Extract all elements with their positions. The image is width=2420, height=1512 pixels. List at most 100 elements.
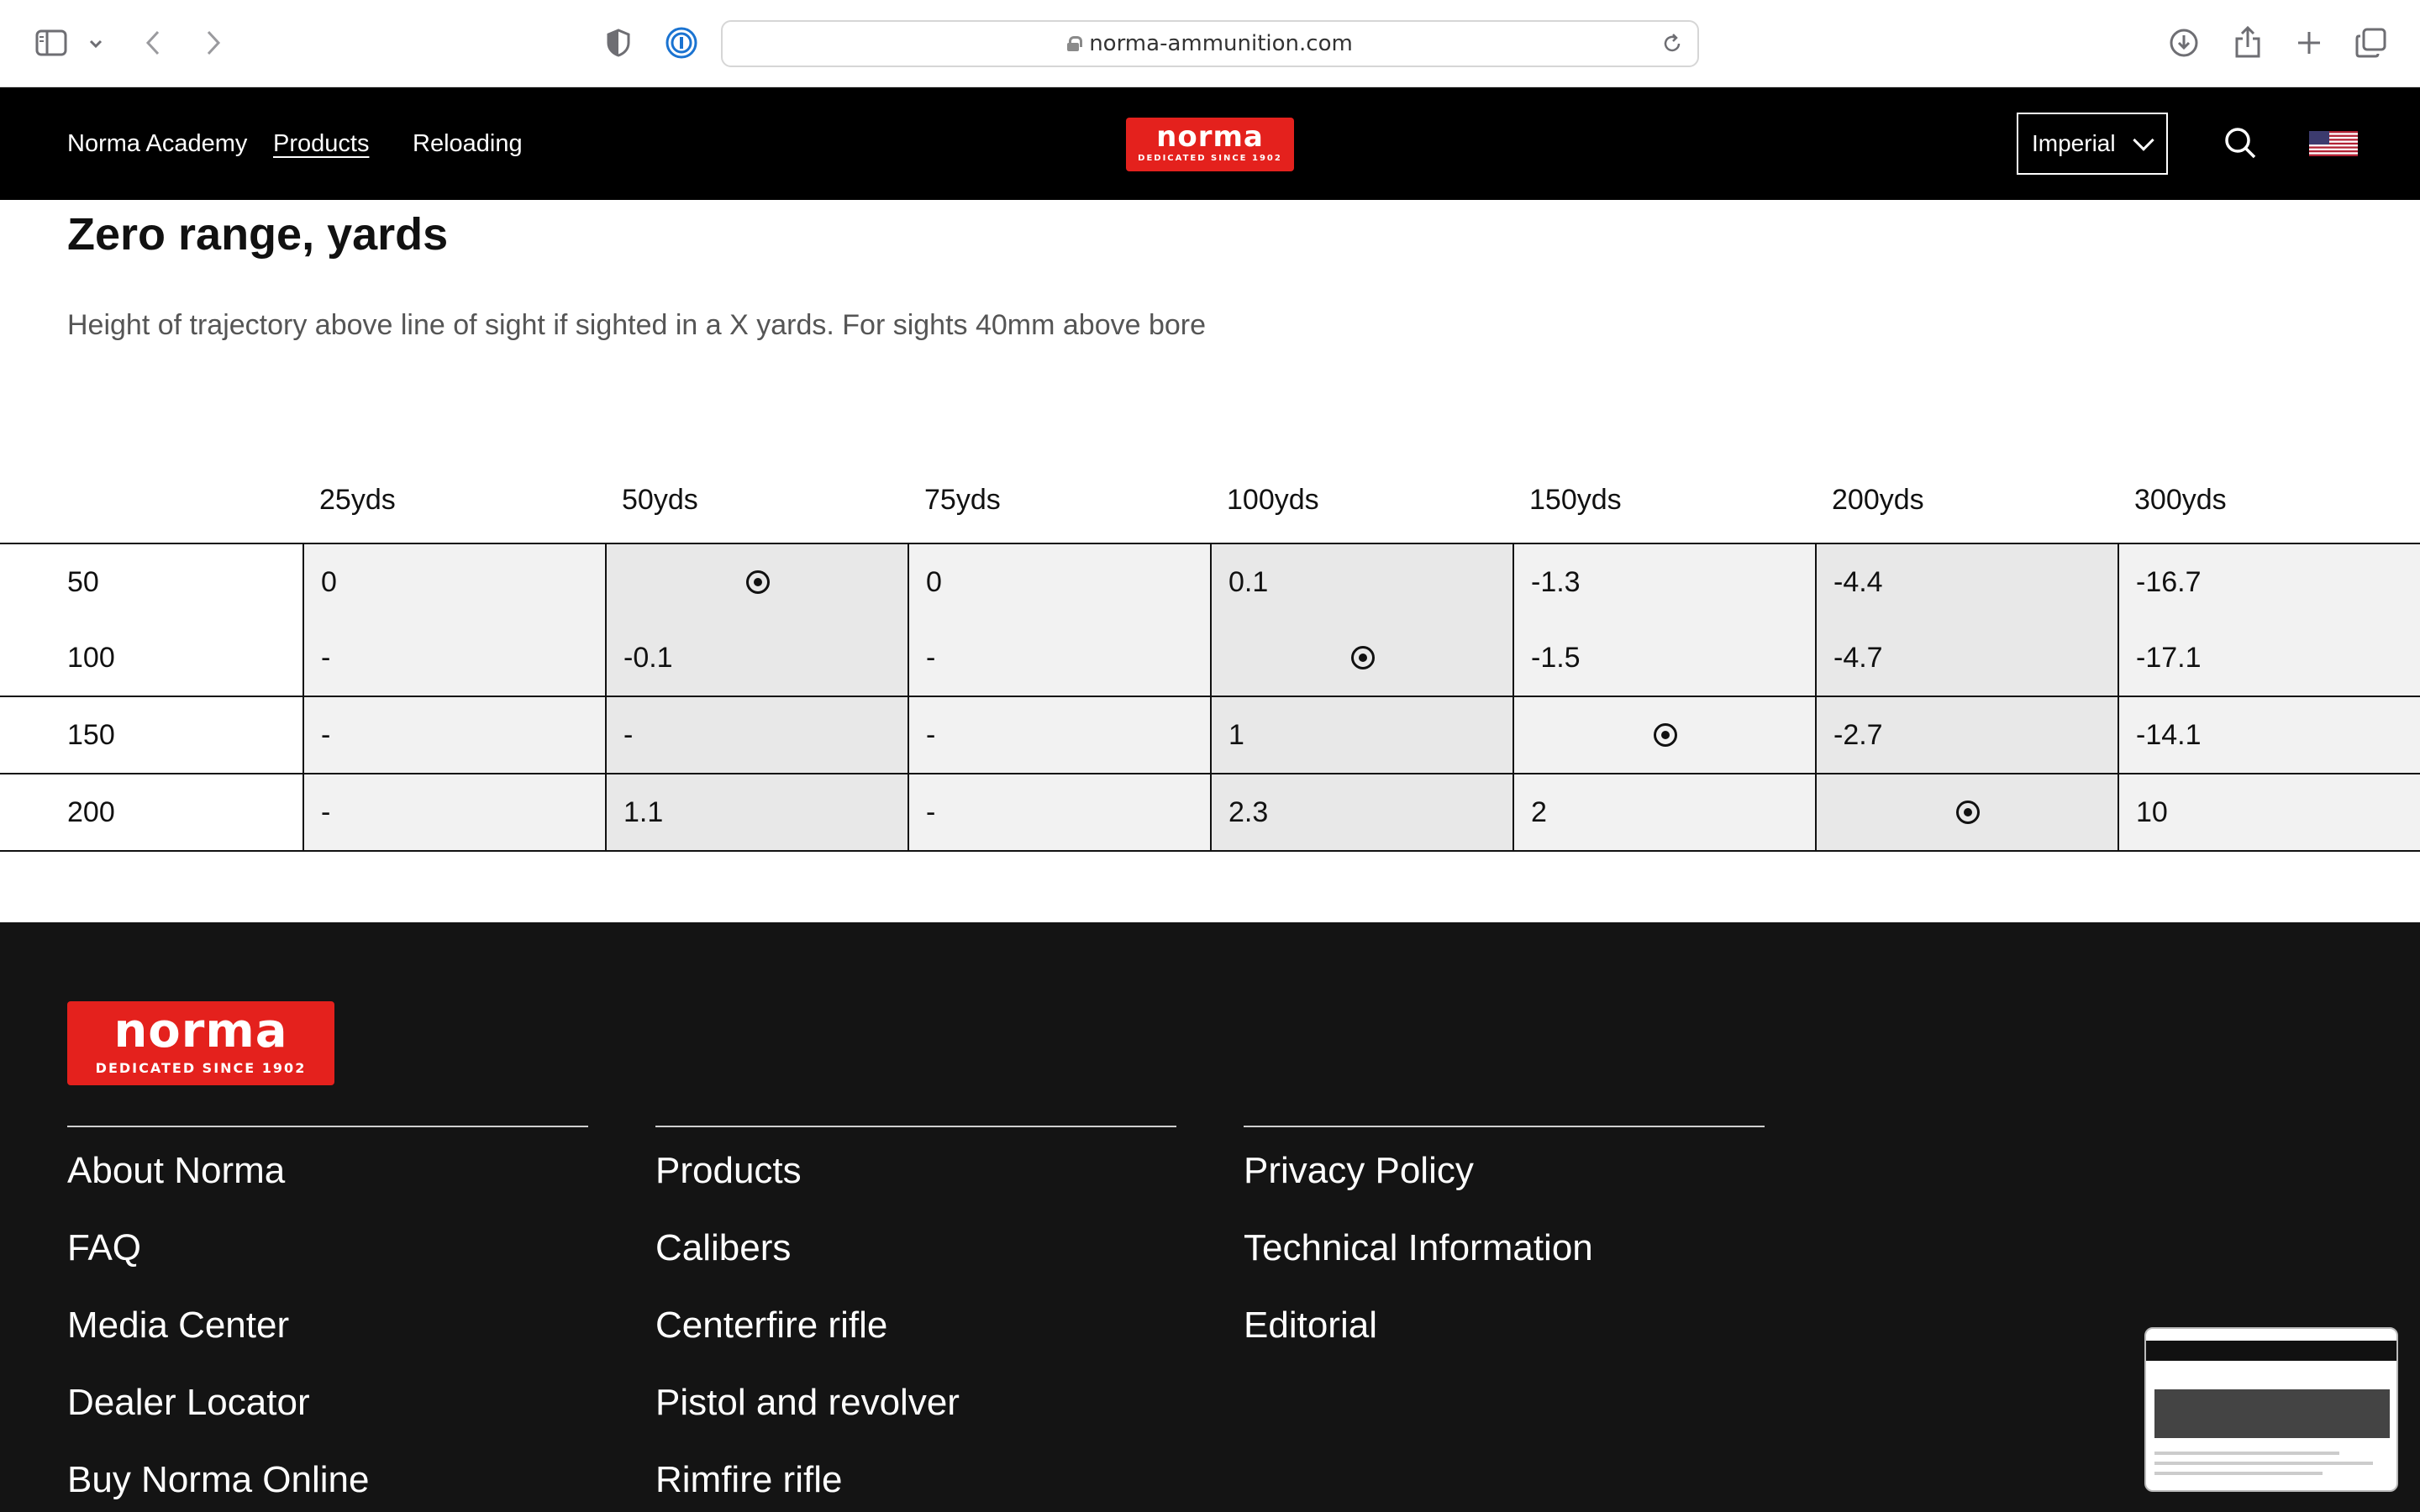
shield-icon[interactable]	[602, 25, 635, 60]
table-cell: 1	[1210, 697, 1512, 773]
lock-icon	[1067, 36, 1083, 51]
search-icon[interactable]	[2223, 126, 2257, 160]
target-icon	[1956, 801, 1980, 824]
us-flag-icon[interactable]	[2309, 131, 2358, 156]
tabs-icon[interactable]	[2353, 25, 2390, 60]
table-cell: -2.7	[1815, 697, 2118, 773]
footer-link-products[interactable]: Products	[655, 1127, 1176, 1205]
table-cell: -4.4	[1815, 544, 2118, 620]
table-cell: 1.1	[605, 774, 908, 850]
footer-column-legal: Privacy Policy Technical Information Edi…	[1244, 1126, 1765, 1359]
plus-icon[interactable]	[2292, 25, 2326, 60]
nav-norma-academy[interactable]: Norma Academy	[67, 87, 247, 200]
footer-link-about[interactable]: About Norma	[67, 1127, 588, 1205]
logo-word: norma	[113, 1004, 288, 1058]
units-select[interactable]: Imperial	[2017, 113, 2168, 175]
screenshot-thumbnail[interactable]	[2144, 1327, 2398, 1492]
section-subtitle: Height of trajectory above line of sight…	[67, 309, 1207, 341]
thumbnail-line	[2154, 1452, 2339, 1455]
thumbnail-line	[2154, 1462, 2373, 1465]
table-cell: 2	[1512, 774, 1815, 850]
footer-column-products: Products Calibers Centerfire rifle Pisto…	[655, 1126, 1176, 1512]
table-row: 50 0 0 0.1 -1.3 -4.4 -16.7	[0, 543, 2420, 620]
table-row: 100 - -0.1 - -1.5 -4.7 -17.1	[0, 620, 2420, 697]
footer-link-dealer-locator[interactable]: Dealer Locator	[67, 1359, 588, 1436]
footer-link-faq[interactable]: FAQ	[67, 1205, 588, 1282]
column-header: 200yds	[1832, 484, 1924, 516]
table-cell: -14.1	[2118, 697, 2420, 773]
table-cell: -1.3	[1512, 544, 1815, 620]
table-cell: -	[908, 697, 1210, 773]
chevron-down-icon[interactable]	[86, 34, 106, 54]
chevron-down-icon	[2133, 129, 2154, 151]
footer-link-centerfire[interactable]: Centerfire rifle	[655, 1282, 1176, 1359]
column-header: 300yds	[2134, 484, 2227, 516]
logo-tagline: DEDICATED SINCE 1902	[1138, 154, 1282, 163]
table-row: 150 - - - 1 -2.7 -14.1	[0, 697, 2420, 774]
table-row: 200 - 1.1 - 2.3 2 10	[0, 774, 2420, 852]
table-cell: -	[302, 774, 605, 850]
address-bar[interactable]: norma-ammunition.com	[721, 20, 1699, 67]
column-header: 75yds	[924, 484, 1001, 516]
table-cell: 0	[302, 544, 605, 620]
table-cell: 10	[2118, 774, 2420, 850]
footer-link-calibers[interactable]: Calibers	[655, 1205, 1176, 1282]
table-cell: 0	[908, 544, 1210, 620]
site-header: Norma Academy Products Reloading norma D…	[0, 87, 2420, 200]
row-label: 100	[0, 620, 302, 696]
sidebar-icon[interactable]	[34, 25, 69, 60]
forward-icon[interactable]	[198, 25, 229, 60]
url-text: norma-ammunition.com	[1089, 31, 1353, 56]
units-select-value: Imperial	[2032, 130, 2116, 156]
logo-tagline: DEDICATED SINCE 1902	[95, 1060, 307, 1076]
footer-link-media-center[interactable]: Media Center	[67, 1282, 588, 1359]
footer-link-editorial[interactable]: Editorial	[1244, 1282, 1765, 1359]
site-footer: norma DEDICATED SINCE 1902 About Norma F…	[0, 922, 2420, 1512]
table-cell	[1210, 620, 1512, 696]
footer-logo[interactable]: norma DEDICATED SINCE 1902	[67, 1001, 334, 1085]
target-icon	[1351, 646, 1375, 669]
table-cell	[1815, 774, 2118, 850]
share-icon[interactable]	[2230, 24, 2265, 60]
column-header: 150yds	[1529, 484, 1622, 516]
logo-word: norma	[1156, 120, 1264, 154]
column-header: 50yds	[622, 484, 698, 516]
thumbnail-header	[2146, 1341, 2396, 1361]
back-icon[interactable]	[138, 25, 168, 60]
reload-icon[interactable]	[1660, 32, 1684, 55]
column-header: 25yds	[319, 484, 396, 516]
table-cell: 2.3	[1210, 774, 1512, 850]
footer-link-buy-online[interactable]: Buy Norma Online	[67, 1436, 588, 1512]
row-label: 200	[0, 774, 302, 850]
footer-link-privacy[interactable]: Privacy Policy	[1244, 1127, 1765, 1205]
footer-link-technical-info[interactable]: Technical Information	[1244, 1205, 1765, 1282]
footer-column-company: About Norma FAQ Media Center Dealer Loca…	[67, 1126, 588, 1512]
table-cell: -0.1	[605, 620, 908, 696]
table-cell: 0.1	[1210, 544, 1512, 620]
trajectory-table: 50 0 0 0.1 -1.3 -4.4 -16.7 100 - -0.1 - …	[0, 543, 2420, 852]
thumbnail-line	[2154, 1472, 2323, 1475]
table-cell: -	[908, 620, 1210, 696]
table-cell: -	[302, 697, 605, 773]
table-cell	[605, 544, 908, 620]
table-cell: -	[908, 774, 1210, 850]
target-icon	[746, 570, 770, 594]
table-cell: -	[302, 620, 605, 696]
table-cell: -17.1	[2118, 620, 2420, 696]
download-icon[interactable]	[2166, 25, 2202, 60]
column-header: 100yds	[1227, 484, 1319, 516]
table-cell	[1512, 697, 1815, 773]
row-label: 150	[0, 697, 302, 773]
nav-reloading[interactable]: Reloading	[413, 87, 523, 200]
footer-link-pistol-revolver[interactable]: Pistol and revolver	[655, 1359, 1176, 1436]
footer-link-rimfire[interactable]: Rimfire rifle	[655, 1436, 1176, 1512]
password-icon[interactable]	[664, 25, 699, 60]
table-cell: -4.7	[1815, 620, 2118, 696]
nav-products[interactable]: Products	[273, 87, 369, 200]
table-cell: -1.5	[1512, 620, 1815, 696]
browser-toolbar: norma-ammunition.com	[0, 0, 2420, 87]
header-logo[interactable]: norma DEDICATED SINCE 1902	[1126, 118, 1294, 171]
table-cell: -16.7	[2118, 544, 2420, 620]
section-title: Zero range, yards	[67, 209, 449, 260]
thumbnail-table	[2154, 1389, 2390, 1438]
